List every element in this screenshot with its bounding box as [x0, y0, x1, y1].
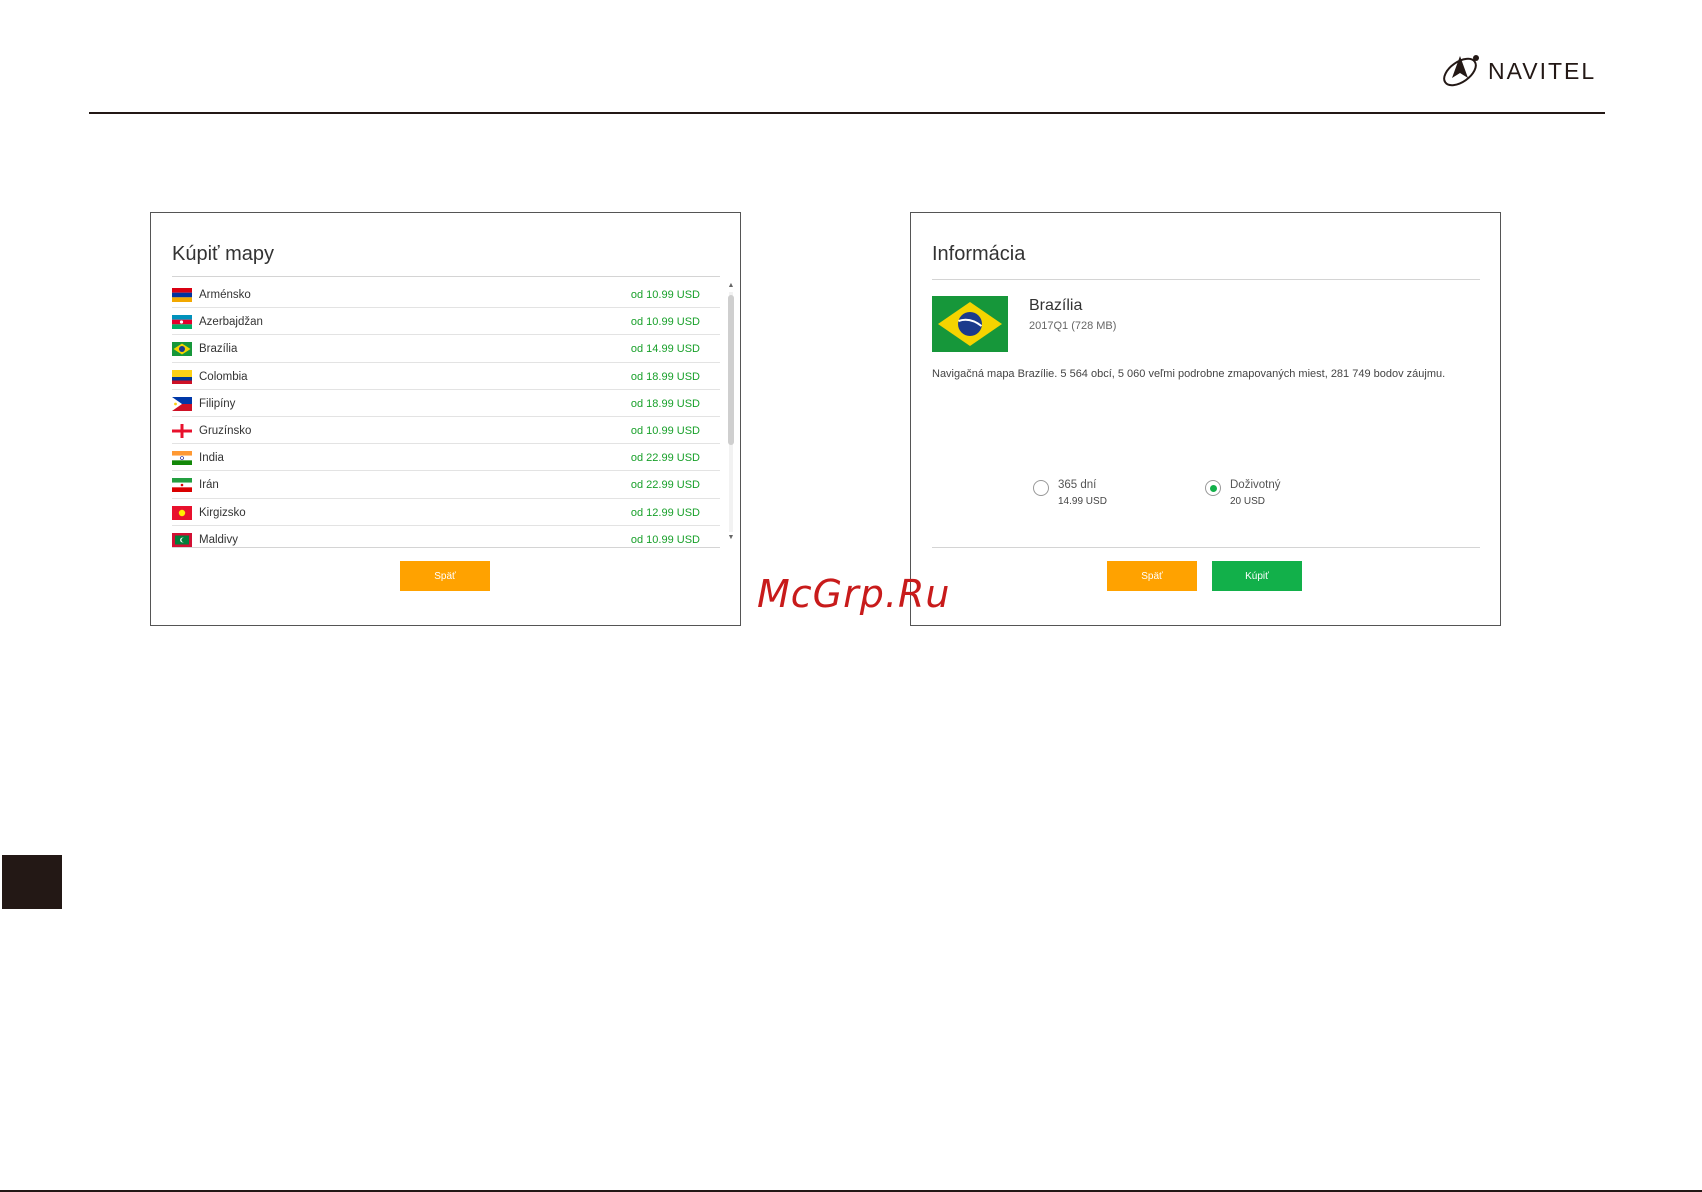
scroll-down-arrow-icon[interactable]: ▼ — [727, 533, 735, 543]
iran-flag-icon — [172, 478, 192, 493]
buy-maps-panel: Kúpiť mapy Arménsko od 10.99 USD Azerbajdž… — [150, 212, 741, 626]
price-label: od 10.99 USD — [630, 533, 700, 546]
map-list: Arménsko od 10.99 USD Azerbajdžan od 10.99 … — [172, 281, 720, 551]
price-label: od 10.99 USD — [630, 424, 700, 437]
map-version: 2017Q1 (728 MB) — [1029, 320, 1117, 332]
list-scrollbar[interactable]: ▲ ▼ — [727, 281, 735, 543]
country-name: Filipíny — [199, 397, 236, 410]
armenia-flag-icon — [172, 288, 192, 302]
country-name: Maldivy — [199, 533, 238, 546]
georgia-flag-icon — [172, 423, 192, 438]
back-button[interactable]: Späť — [1107, 561, 1197, 591]
maldives-flag-icon — [172, 532, 192, 547]
price-label: od 14.99 USD — [630, 343, 700, 356]
map-list-item[interactable]: Gruzínsko od 10.99 USD — [172, 417, 720, 445]
brand-name: NAVITEL — [1488, 57, 1597, 84]
price-label: od 10.99 USD — [630, 289, 700, 301]
country-name: Azerbajdžan — [199, 316, 263, 329]
title-divider — [172, 276, 720, 277]
price-label: od 18.99 USD — [630, 397, 700, 410]
price-label: od 18.99 USD — [630, 370, 700, 383]
price-label: od 12.99 USD — [630, 506, 700, 519]
colombia-flag-icon — [172, 369, 192, 384]
india-flag-icon — [172, 451, 192, 466]
radio-button[interactable] — [1033, 480, 1049, 496]
map-list-item[interactable]: Kirgizsko od 12.99 USD — [172, 499, 720, 526]
map-list-item[interactable]: Irán od 22.99 USD — [172, 471, 720, 499]
header-divider — [89, 112, 1605, 114]
watermark: McGrp.Ru — [757, 572, 951, 616]
scroll-up-arrow-icon[interactable]: ▲ — [727, 281, 735, 291]
kyrgyzstan-flag-icon — [172, 505, 192, 520]
map-list-item[interactable]: Brazília od 14.99 USD — [172, 335, 720, 363]
price-label: od 22.99 USD — [630, 479, 700, 492]
navitel-emblem-icon — [1443, 55, 1479, 87]
info-panel: Informácia Brazília 2017Q1 (728 MB) Navi… — [910, 212, 1501, 626]
country-name: Brazília — [1029, 297, 1083, 314]
country-name: Arménsko — [199, 289, 251, 301]
panel-title: Kúpiť mapy — [172, 243, 274, 265]
option-label: Doživotný — [1230, 479, 1281, 491]
navitel-logo: NAVITEL — [1438, 48, 1596, 94]
map-description: Navigačná mapa Brazílie. 5 564 obcí, 5 0… — [932, 368, 1446, 380]
country-name: Colombia — [199, 370, 248, 383]
option-price: 20 USD — [1230, 496, 1266, 507]
philippines-flag-icon — [172, 396, 192, 411]
country-name: India — [199, 452, 224, 465]
price-label: od 22.99 USD — [630, 452, 700, 465]
title-divider — [932, 279, 1480, 280]
brazil-flag-icon — [932, 296, 1008, 352]
map-list-item[interactable]: Colombia od 18.99 USD — [172, 363, 720, 390]
option-label: 365 dní — [1058, 479, 1097, 491]
country-name: Gruzínsko — [199, 424, 252, 437]
brazil-flag-icon — [172, 342, 192, 357]
country-name: Brazília — [199, 343, 238, 356]
scroll-thumb[interactable] — [728, 295, 734, 445]
azerbaijan-flag-icon — [172, 315, 192, 330]
map-list-item[interactable]: Arménsko od 10.99 USD — [172, 281, 720, 309]
footer-divider — [172, 547, 720, 548]
panel-title: Informácia — [932, 243, 1026, 265]
radio-button-selected[interactable] — [1205, 480, 1221, 496]
buy-button[interactable]: Kúpiť — [1212, 561, 1302, 591]
map-list-item[interactable]: Azerbajdžan od 10.99 USD — [172, 308, 720, 336]
country-name: Kirgizsko — [199, 506, 246, 519]
back-button[interactable]: Späť — [400, 561, 490, 591]
side-tab — [2, 855, 62, 909]
country-name: Irán — [199, 479, 219, 492]
map-list-item[interactable]: India od 22.99 USD — [172, 444, 720, 472]
map-list-item[interactable]: Filipíny od 18.99 USD — [172, 390, 720, 417]
price-label: od 10.99 USD — [630, 316, 700, 329]
footer-divider — [932, 547, 1480, 548]
option-price: 14.99 USD — [1058, 496, 1107, 507]
